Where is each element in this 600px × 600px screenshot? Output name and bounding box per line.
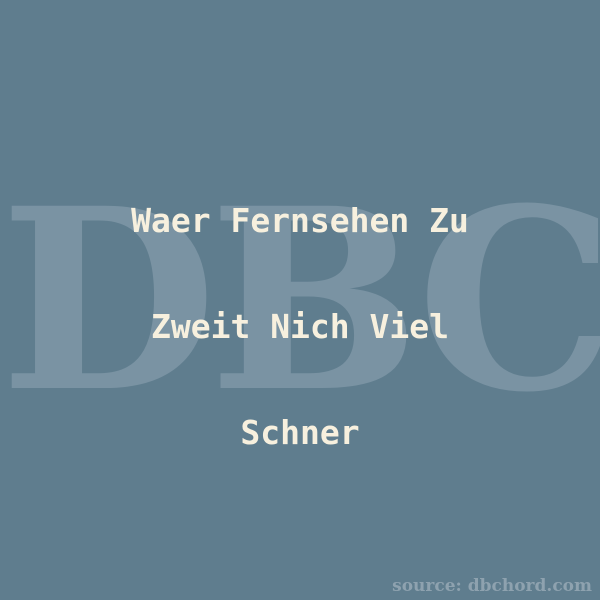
song-title-line-2: Zweit Nich Viel	[150, 307, 449, 346]
song-title-line-1: Waer Fernsehen Zu	[131, 201, 469, 240]
song-title-line-3: Schner	[240, 413, 360, 452]
cover-canvas: DBC Waer Fernsehen Zu Zweit Nich Viel Sc…	[0, 0, 600, 600]
song-title: Waer Fernsehen Zu Zweit Nich Viel Schner	[60, 168, 540, 486]
source-credit: source: dbchord.com	[392, 576, 592, 596]
